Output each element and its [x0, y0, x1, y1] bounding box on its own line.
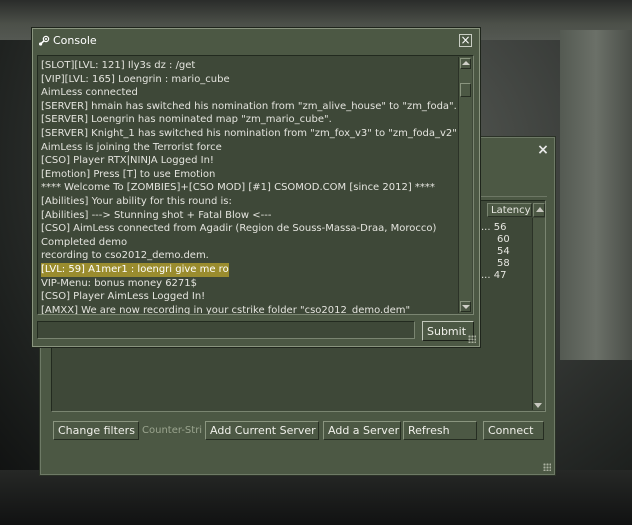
add-server-button[interactable]: Add a Server: [323, 421, 401, 440]
game-filter-label: Counter-Strike: [142, 425, 203, 436]
latency-cell: ... 56: [481, 222, 531, 234]
connect-button[interactable]: Connect: [483, 421, 544, 440]
steam-icon: [38, 35, 50, 47]
browser-close-icon[interactable]: ×: [536, 143, 550, 157]
console-line: [SERVER] Loengrin has nominated map "zm_…: [41, 114, 332, 126]
truncation-marker: ...: [481, 222, 491, 233]
console-line: VIP-Menu: bonus money 6271$: [41, 277, 198, 289]
latency-value: 56: [493, 222, 507, 233]
background-bottom: [0, 470, 632, 525]
console-line: [VIP][LVL: 165] Loengrin : mario_cube: [41, 73, 230, 85]
submit-button[interactable]: Submit: [422, 321, 474, 341]
console-line: AimLess connected: [41, 87, 138, 99]
console-line: [CSO] Player RTX|NINJA Logged In!: [41, 155, 214, 167]
console-log-lines: [SLOT][LVL: 121] Ily3s dz : /get [VIP][LV…: [41, 59, 457, 315]
console-line: [Abilities] ---> Stunning shot + Fatal B…: [41, 209, 272, 221]
console-line: AimLess is joining the Terrorist force: [41, 141, 222, 153]
scroll-down-icon[interactable]: [460, 301, 471, 312]
console-line: [CSO] Player AimLess Logged In!: [41, 291, 206, 303]
console-line: **** Welcome To [ZOMBIES]+[CSO MOD] [#1]…: [41, 182, 435, 194]
console-line: [SERVER] hmain has switched his nominati…: [41, 100, 457, 112]
sort-up-icon[interactable]: [533, 203, 545, 217]
change-filters-button[interactable]: Change filters: [53, 421, 139, 440]
scroll-up-icon[interactable]: [460, 58, 471, 69]
background-right: [560, 30, 632, 360]
console-window: Console × [SLOT][LVL: 121] Ily3s dz : /g…: [32, 28, 480, 347]
server-list-scrollbar[interactable]: [532, 218, 545, 410]
console-line: [AMXX] We are now recording in your cstr…: [41, 304, 411, 315]
refresh-button[interactable]: Refresh: [403, 421, 477, 440]
resize-grip-icon[interactable]: [468, 335, 476, 343]
latency-column-header[interactable]: Latency: [487, 203, 532, 217]
resize-grip-icon[interactable]: [543, 463, 551, 471]
latency-cell: ... 47: [481, 270, 531, 282]
console-close-icon[interactable]: ×: [459, 34, 472, 47]
latency-value: 47: [493, 270, 507, 281]
console-line-highlighted: [LVL: 59] A1mer1 : loengri give me rod: [41, 262, 229, 277]
truncation-marker: ...: [481, 270, 491, 281]
console-log[interactable]: [SLOT][LVL: 121] Ily3s dz : /get [VIP][LV…: [37, 55, 474, 315]
console-line: recording to cso2012_demo.dem.: [41, 250, 209, 262]
console-line: Completed demo: [41, 236, 128, 248]
scroll-thumb[interactable]: [460, 83, 471, 97]
console-line: [CSO] AimLess connected from Agadir (Reg…: [41, 223, 437, 235]
scroll-down-icon[interactable]: [534, 403, 542, 408]
console-line: [SERVER] Knight_1 has switched his nomin…: [41, 127, 457, 139]
console-line: [Abilities] Your ability for this round …: [41, 195, 232, 207]
console-line: [SLOT][LVL: 121] Ily3s dz : /get: [41, 60, 196, 71]
console-title: Console: [53, 34, 97, 47]
add-current-server-button[interactable]: Add Current Server: [205, 421, 319, 440]
console-command-input[interactable]: [37, 321, 415, 339]
console-line: [Emotion] Press [T] to use Emotion: [41, 168, 216, 180]
console-scrollbar[interactable]: [458, 57, 472, 313]
